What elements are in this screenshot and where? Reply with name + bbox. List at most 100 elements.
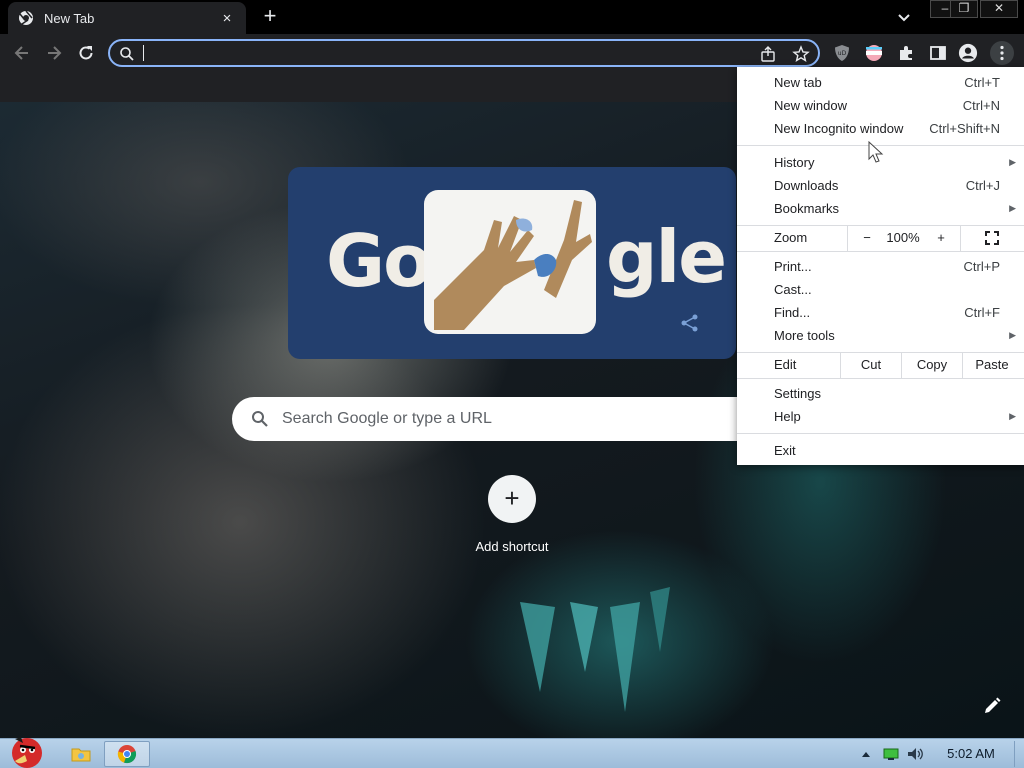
tab-search-chevron-icon[interactable] [894, 7, 914, 27]
submenu-arrow-icon: ▶ [1009, 203, 1016, 213]
menu-divider [737, 433, 1024, 434]
explorer-folder-icon[interactable] [66, 741, 96, 767]
menu-item-find[interactable]: Find... Ctrl+F [737, 301, 1024, 324]
menu-item-new-tab[interactable]: New tab Ctrl+T [737, 71, 1024, 94]
menu-item-label: Downloads [774, 178, 839, 193]
menu-zoom-row: Zoom − 100% + [737, 225, 1024, 251]
zoom-in-button[interactable]: + [929, 225, 953, 251]
doodle-artwork [424, 190, 596, 334]
menu-item-label: More tools [774, 328, 835, 343]
submenu-arrow-icon: ▶ [1009, 330, 1016, 340]
doodle-text-left: Go [326, 219, 433, 303]
network-icon[interactable] [880, 741, 902, 767]
fullscreen-icon[interactable] [977, 225, 1007, 251]
menu-item-print[interactable]: Print... Ctrl+P [737, 255, 1024, 278]
chrome-favicon-icon [18, 10, 34, 26]
shortcut-text: Ctrl+N [962, 98, 1000, 113]
menu-item-label: History [774, 155, 815, 170]
ublock-icon[interactable]: uD [832, 43, 852, 63]
new-tab-button[interactable]: + [259, 5, 281, 27]
add-shortcut-button[interactable]: + [488, 475, 536, 523]
forward-arrow-icon[interactable] [42, 41, 66, 65]
mouse-pointer-icon [868, 141, 884, 163]
menu-item-new-window[interactable]: New window Ctrl+N [737, 94, 1024, 117]
zoom-out-button[interactable]: − [855, 225, 879, 251]
angry-bird-start-icon[interactable] [2, 733, 50, 768]
search-input[interactable] [282, 407, 722, 431]
volume-icon[interactable] [904, 741, 926, 767]
menu-item-label: New tab [774, 75, 822, 90]
menu-item-exit[interactable]: Exit [737, 439, 1024, 462]
close-window-button[interactable]: ✕ [980, 0, 1018, 18]
shortcut-text: Ctrl+F [964, 305, 1000, 320]
zoom-label: Zoom [774, 230, 808, 245]
doodle-share-icon[interactable] [680, 313, 700, 333]
side-panel-icon[interactable] [928, 43, 948, 63]
title-bar: New Tab × + ‒ ❐ ✕ [0, 0, 1024, 34]
menu-divider [847, 225, 848, 251]
text-caret [143, 45, 144, 61]
submenu-arrow-icon: ▶ [1009, 411, 1016, 421]
cut-button[interactable]: Cut [841, 352, 901, 378]
back-arrow-icon[interactable] [10, 41, 34, 65]
show-desktop-button[interactable] [1014, 741, 1024, 767]
restore-button[interactable]: ❐ [950, 0, 978, 18]
address-input[interactable] [142, 44, 732, 62]
shortcut-text: Ctrl+J [965, 178, 1000, 193]
menu-item-label: Print... [774, 259, 812, 274]
menu-edit-row: Edit Cut Copy Paste [737, 352, 1024, 378]
menu-item-downloads[interactable]: Downloads Ctrl+J [737, 174, 1024, 197]
customize-pencil-icon[interactable] [980, 694, 1004, 718]
search-icon [250, 409, 270, 429]
background-image [520, 587, 670, 712]
menu-item-label: Cast... [774, 282, 812, 297]
chrome-main-menu: New tab Ctrl+T New window Ctrl+N New Inc… [737, 67, 1024, 465]
bookmark-star-icon[interactable] [792, 45, 810, 63]
taskbar-clock[interactable]: 5:02 AM [936, 746, 1006, 761]
menu-divider [737, 378, 1024, 379]
menu-item-label: Exit [774, 443, 796, 458]
windows-taskbar: 5:02 AM [0, 737, 1024, 768]
menu-item-bookmarks[interactable]: Bookmarks ▶ [737, 197, 1024, 220]
puzzle-icon[interactable] [896, 43, 916, 63]
edit-label: Edit [774, 357, 797, 372]
menu-item-more-tools[interactable]: More tools ▶ [737, 324, 1024, 347]
kebab-menu-icon[interactable] [990, 41, 1014, 65]
shortcut-text: Ctrl+Shift+N [929, 121, 1000, 136]
paste-button[interactable]: Paste [963, 352, 1021, 378]
search-icon [118, 45, 136, 63]
doodle-text-right: gle [606, 215, 727, 299]
menu-item-new-incognito-window[interactable]: New Incognito window Ctrl+Shift+N [737, 117, 1024, 140]
menu-item-label: New Incognito window [774, 121, 904, 136]
show-hidden-icons[interactable] [858, 741, 874, 767]
menu-item-label: Settings [774, 386, 821, 401]
menu-item-cast[interactable]: Cast... [737, 278, 1024, 301]
shortcut-text: Ctrl+P [963, 259, 1000, 274]
menu-item-label: Bookmarks [774, 201, 840, 216]
extension-circle-icon[interactable] [864, 43, 884, 63]
chrome-icon [117, 745, 137, 764]
tab-new-tab[interactable]: New Tab × [8, 2, 246, 34]
menu-item-label: Find... [774, 305, 811, 320]
tab-title: New Tab [44, 10, 95, 26]
profile-icon[interactable] [958, 43, 978, 63]
google-search-box[interactable] [232, 397, 792, 441]
submenu-arrow-icon: ▶ [1009, 157, 1016, 167]
svg-text:uD: uD [838, 50, 847, 57]
menu-item-settings[interactable]: Settings [737, 382, 1024, 405]
menu-divider [737, 251, 1024, 252]
menu-item-help[interactable]: Help ▶ [737, 405, 1024, 428]
google-doodle[interactable]: Go gle [288, 167, 736, 359]
share-page-icon[interactable] [760, 45, 778, 63]
menu-divider [960, 225, 961, 251]
reload-icon[interactable] [74, 41, 98, 65]
add-shortcut-label[interactable]: Add shortcut [452, 539, 572, 554]
tab-close-icon[interactable]: × [218, 10, 236, 27]
copy-button[interactable]: Copy [902, 352, 962, 378]
address-bar[interactable] [108, 39, 820, 67]
taskbar-chrome-button[interactable] [104, 741, 150, 767]
shortcut-text: Ctrl+T [964, 75, 1000, 90]
menu-item-label: New window [774, 98, 847, 113]
zoom-level-value: 100% [886, 230, 920, 245]
menu-item-label: Help [774, 409, 801, 424]
